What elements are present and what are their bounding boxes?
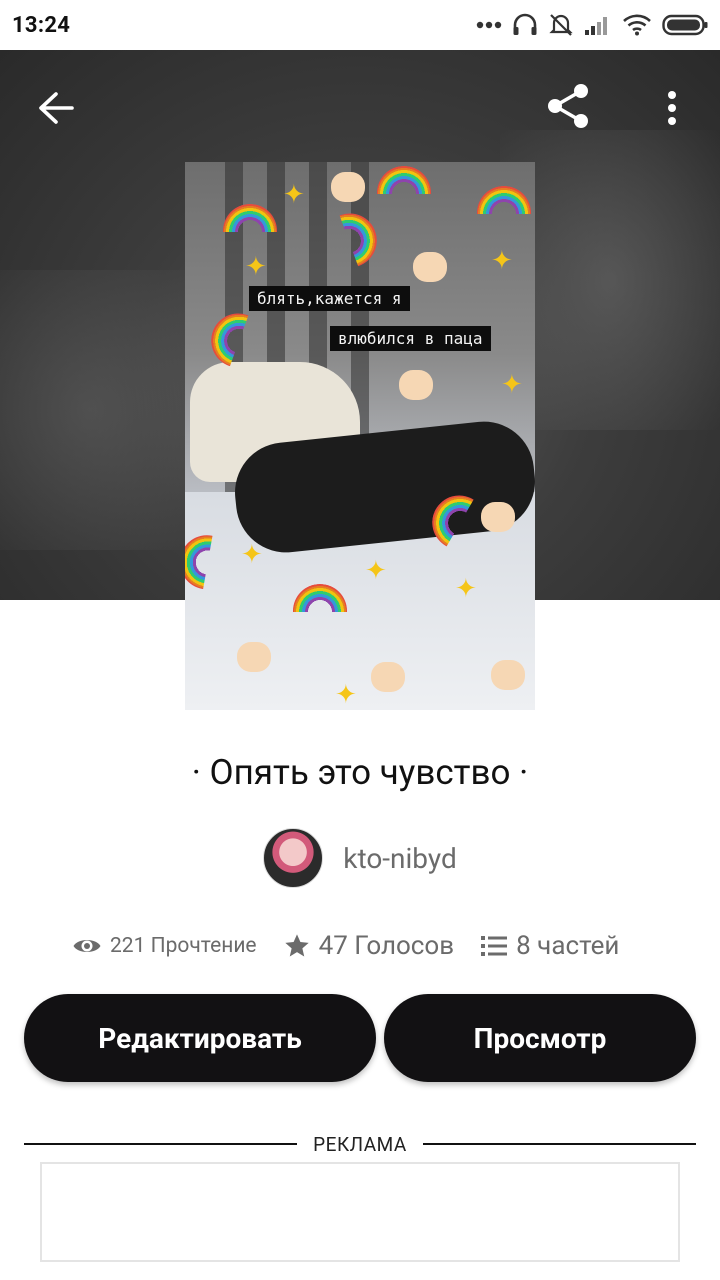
story-cover-image[interactable]: ✦ ✦ ✦ ✦ ✦ ✦ ✦ ✦ блять,кажется я влюбился… bbox=[185, 162, 535, 710]
ad-divider: РЕКЛАМА bbox=[24, 1132, 697, 1156]
more-dots-icon bbox=[476, 21, 502, 29]
stat-parts-label: 8 частей bbox=[516, 931, 620, 961]
story-title: · Опять это чувство · bbox=[191, 752, 529, 793]
author-avatar[interactable] bbox=[263, 828, 324, 888]
stat-reads-label: 221 Прочтение bbox=[110, 934, 257, 958]
author-name[interactable]: kto-nibyd bbox=[343, 842, 457, 875]
stat-parts: 8 частей bbox=[480, 931, 619, 961]
author-row[interactable]: kto-nibyd bbox=[0, 828, 720, 888]
stat-votes: 47 Голосов bbox=[283, 931, 455, 961]
share-icon bbox=[548, 84, 588, 128]
story-stats: 221 Прочтение 47 Голосов 8 частей bbox=[72, 924, 672, 968]
divider-line-right bbox=[422, 1143, 697, 1145]
ad-label: РЕКЛАМА bbox=[313, 1132, 407, 1156]
battery-icon bbox=[662, 14, 708, 36]
edit-button[interactable]: Редактировать bbox=[24, 994, 376, 1082]
view-button[interactable]: Просмотр bbox=[384, 994, 696, 1082]
list-icon bbox=[481, 936, 508, 956]
divider-line-left bbox=[24, 1143, 298, 1145]
more-options-button[interactable] bbox=[652, 80, 692, 136]
cover-caption-1: блять,кажется я bbox=[249, 286, 410, 311]
star-icon bbox=[284, 934, 309, 957]
cover-caption-2: влюбился в паца bbox=[330, 326, 491, 351]
bell-muted-icon bbox=[549, 14, 573, 36]
ad-container[interactable] bbox=[40, 1162, 680, 1262]
stat-reads: 221 Прочтение bbox=[72, 934, 257, 958]
stat-votes-label: 47 Голосов bbox=[318, 931, 455, 961]
status-bar: 13:24 bbox=[0, 0, 720, 50]
headphones-icon bbox=[513, 13, 537, 35]
share-button[interactable] bbox=[538, 76, 598, 136]
more-vert-icon bbox=[668, 91, 676, 125]
back-button[interactable] bbox=[28, 80, 84, 136]
status-time: 13:24 bbox=[12, 12, 71, 38]
wifi-icon bbox=[623, 14, 651, 36]
back-arrow-icon bbox=[39, 92, 74, 124]
eye-icon bbox=[73, 940, 101, 952]
status-icons bbox=[476, 12, 708, 38]
signal-icon bbox=[585, 17, 607, 35]
